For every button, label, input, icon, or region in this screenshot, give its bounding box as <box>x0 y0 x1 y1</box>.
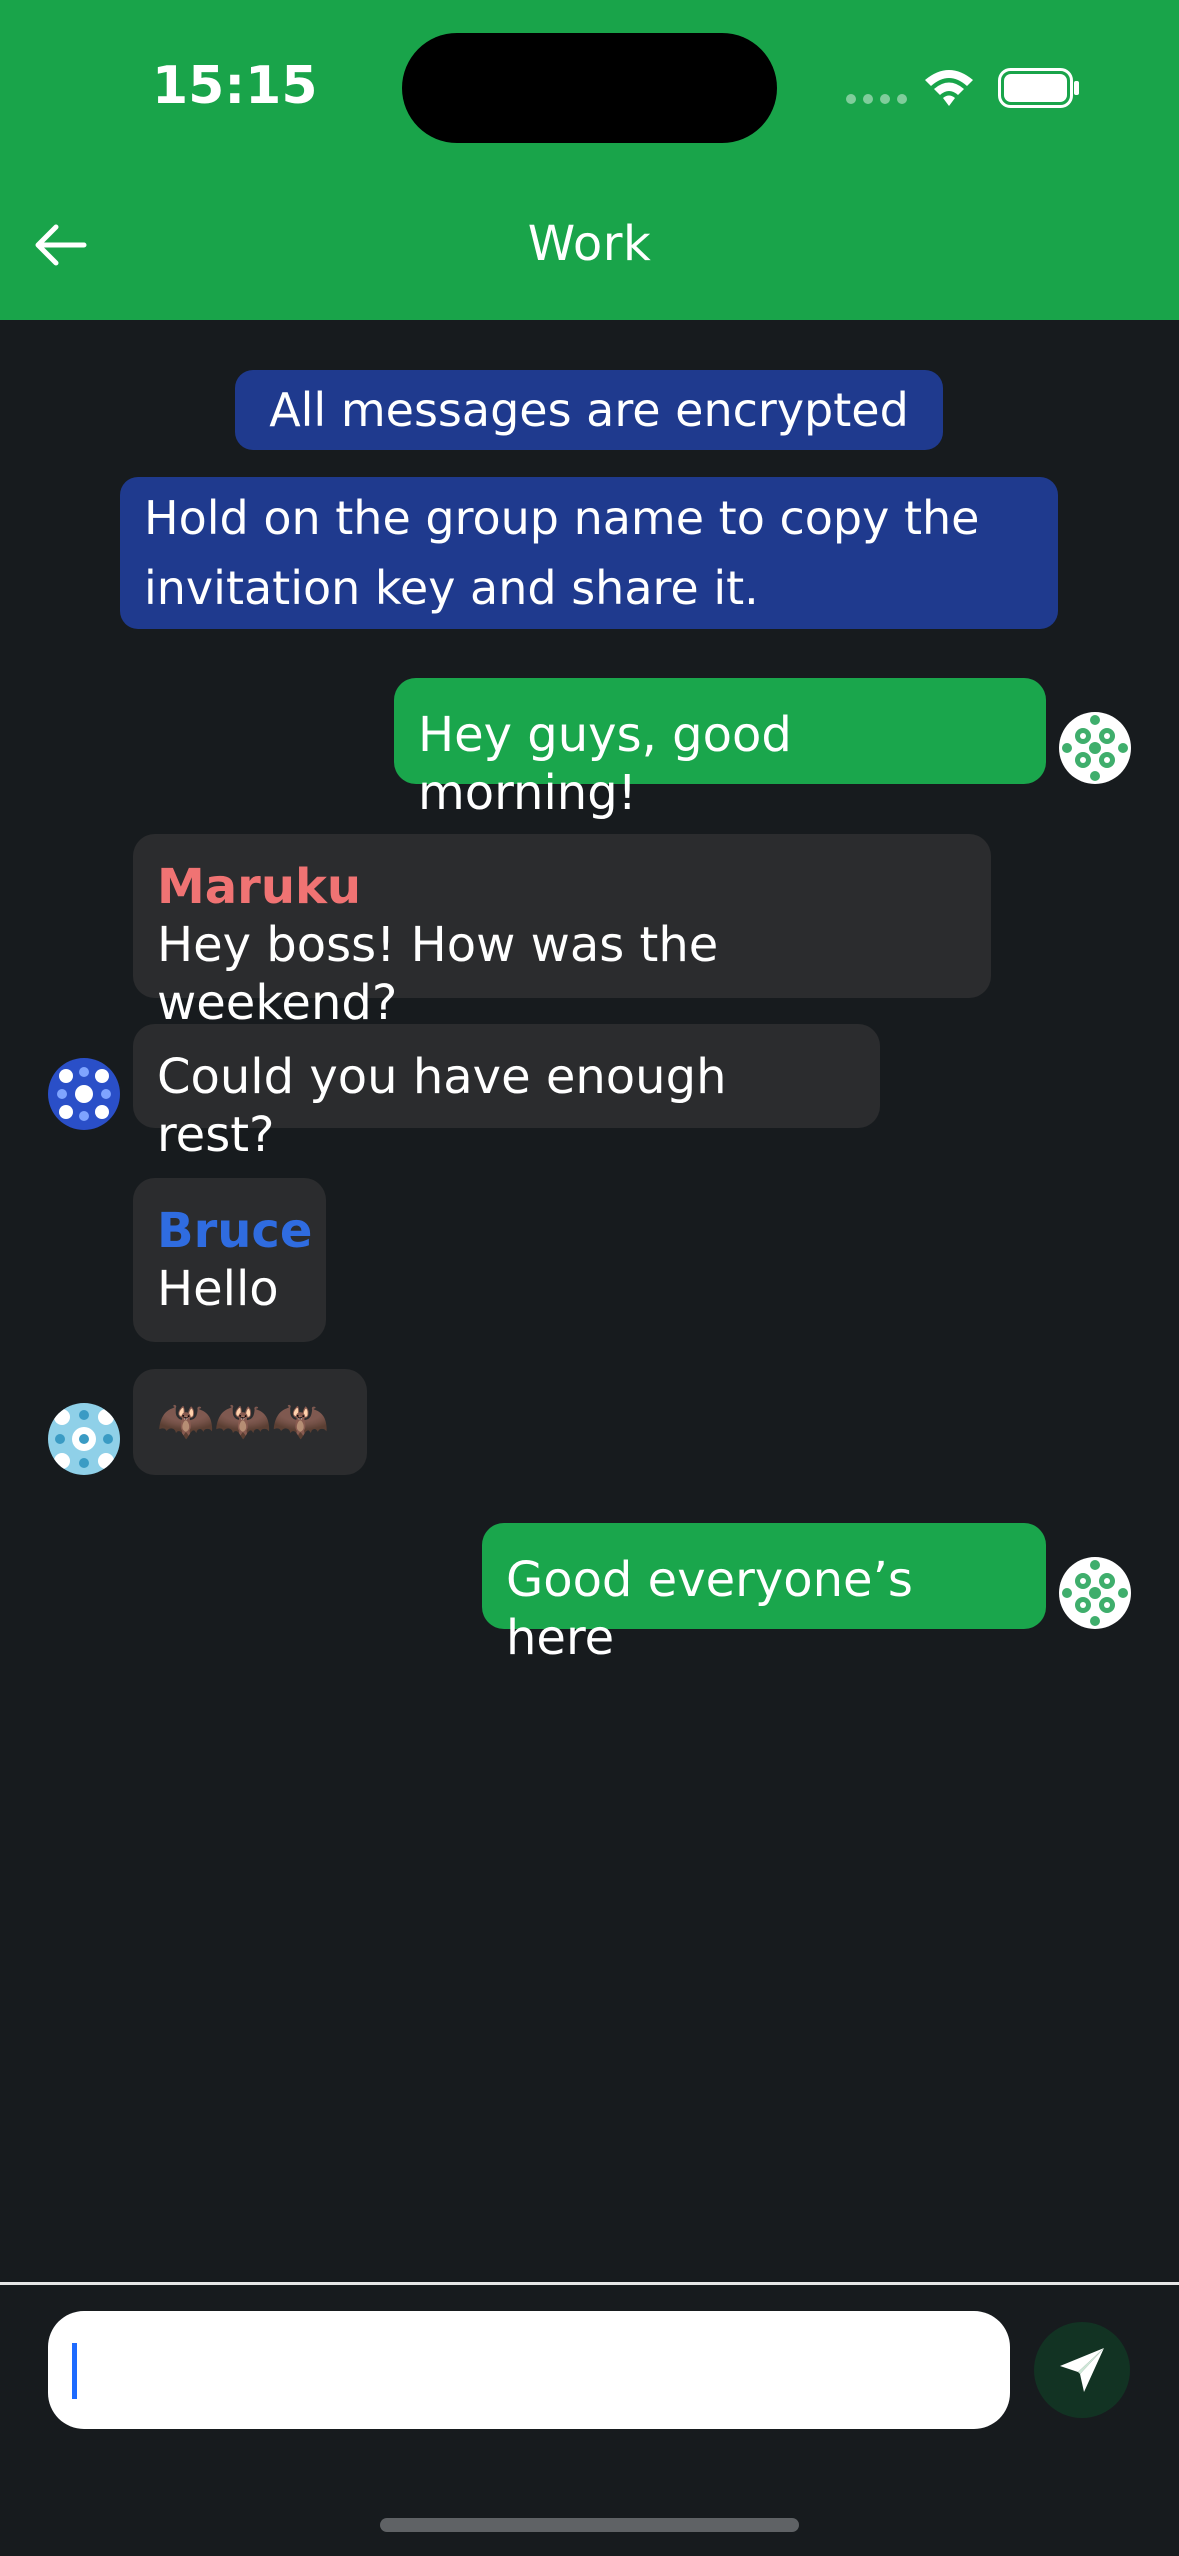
chat-title[interactable]: Work <box>0 216 1179 272</box>
message-bubble[interactable]: Good everyone’s here <box>482 1523 1046 1666</box>
wifi-icon <box>925 70 973 106</box>
message-text: Hey guys, good morning! <box>418 707 792 821</box>
avatar[interactable] <box>1059 1557 1131 1629</box>
invite-key-hint: Hold on the group name to copy the invit… <box>120 477 1058 629</box>
sender-name: Maruku <box>157 859 362 915</box>
send-button[interactable] <box>1034 2322 1130 2418</box>
message-bubble[interactable]: Maruku Hey boss! How was the weekend? <box>133 834 991 1031</box>
message-bubble[interactable]: Bruce Hello <box>133 1178 326 1342</box>
message-text: Hey boss! How was the weekend? <box>157 917 719 1031</box>
encryption-notice: All messages are encrypted <box>235 370 943 450</box>
avatar[interactable] <box>48 1058 120 1130</box>
message-text: Could you have enough rest? <box>157 1049 727 1163</box>
avatar[interactable] <box>48 1403 120 1475</box>
message-text: Good everyone’s here <box>506 1552 913 1666</box>
text-caret <box>72 2343 77 2399</box>
message-bubble[interactable]: 🦇🦇🦇 <box>133 1369 367 1475</box>
sender-name: Bruce <box>157 1203 313 1259</box>
battery-icon <box>998 68 1079 108</box>
message-input-container[interactable] <box>48 2311 1010 2429</box>
message-bubble[interactable]: Could you have enough rest? <box>133 1024 880 1163</box>
cellular-signal-icon <box>846 94 908 106</box>
dynamic-island <box>402 33 777 143</box>
home-indicator <box>380 2518 799 2532</box>
message-text: Hello <box>157 1261 279 1317</box>
message-text: 🦇🦇🦇 <box>157 1393 329 1447</box>
status-time: 15:15 <box>152 56 318 116</box>
composer-divider <box>0 2282 1179 2285</box>
avatar[interactable] <box>1059 712 1131 784</box>
paper-plane-icon <box>1060 2348 1104 2392</box>
chat-header: 15:15 Work <box>0 0 1179 320</box>
message-input[interactable] <box>88 2331 972 2411</box>
message-bubble[interactable]: Hey guys, good morning! <box>394 678 1046 821</box>
